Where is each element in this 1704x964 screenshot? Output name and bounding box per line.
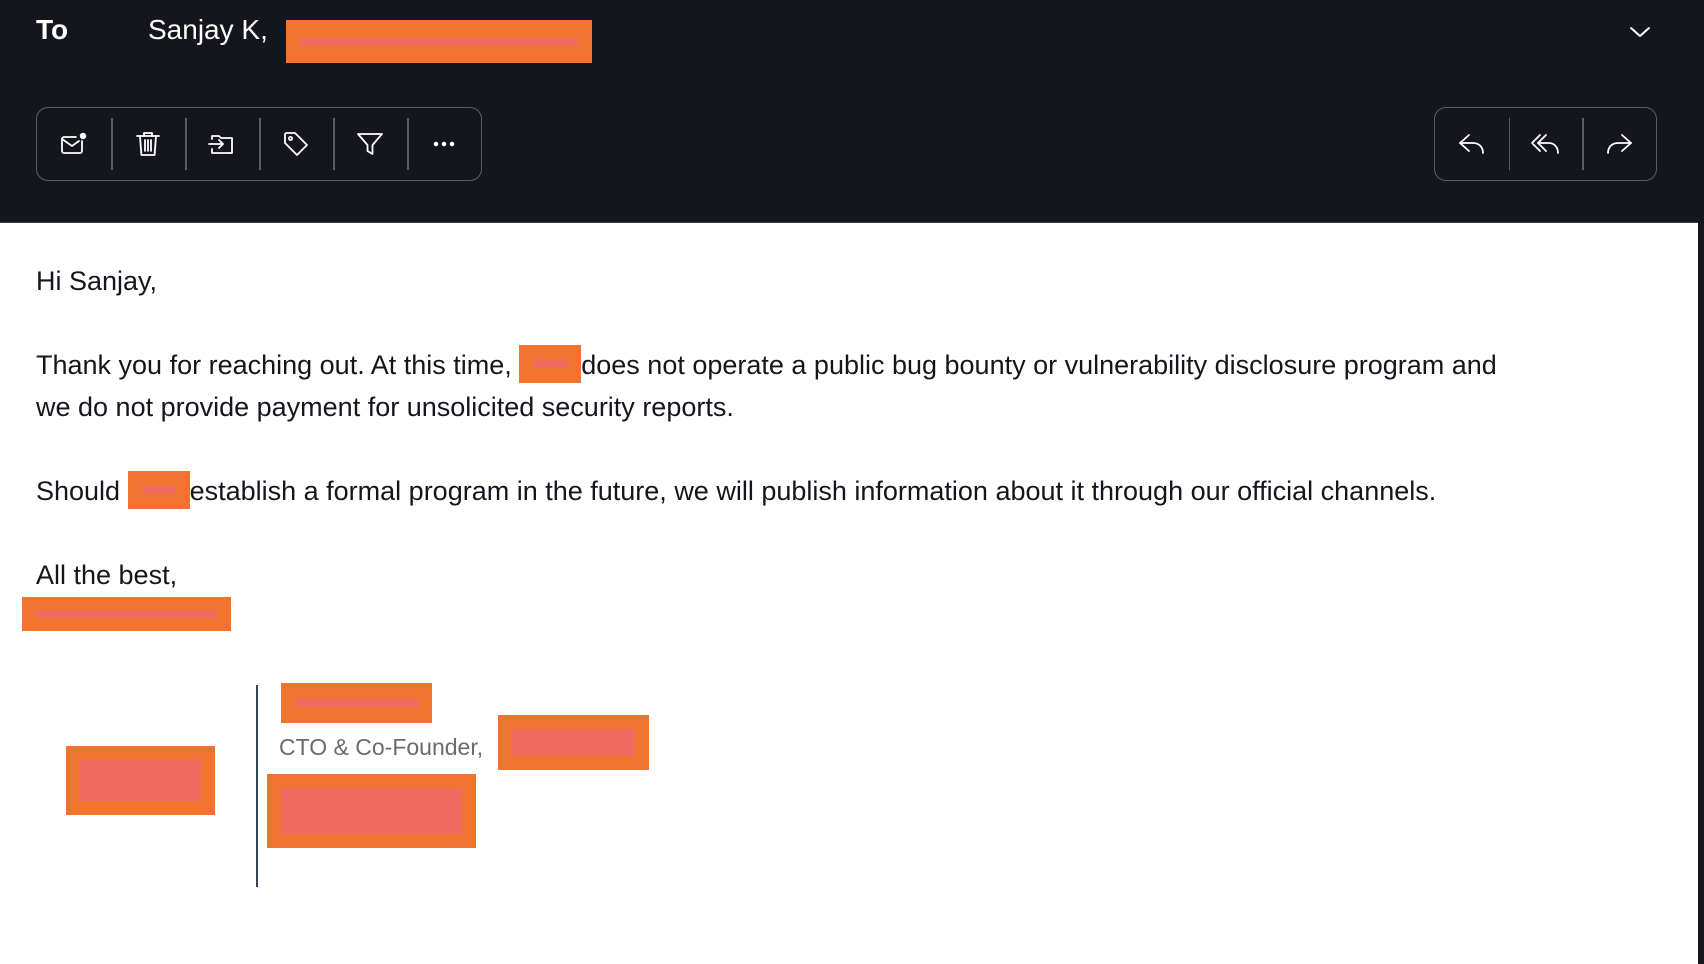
paragraph-2-start: Should: [36, 476, 128, 506]
paragraph-1-line-1: Thank you for reaching out. At this time…: [36, 344, 1497, 386]
expand-header-button[interactable]: [1626, 20, 1654, 44]
filter-button[interactable]: [333, 108, 407, 180]
message-header: To Sanjay K,: [0, 0, 1698, 223]
signature-divider: [256, 685, 258, 887]
delete-button[interactable]: [111, 108, 185, 180]
forward-icon: [1607, 134, 1633, 154]
closing: All the best,: [36, 560, 178, 590]
redacted-signature-name: [281, 683, 432, 723]
message-actions-toolbar: [36, 107, 482, 181]
reply-icon: [1458, 134, 1484, 154]
redacted-company-link: [498, 715, 649, 770]
paragraph-1-start: Thank you for reaching out. At this time…: [36, 350, 520, 380]
reply-actions-toolbar: [1434, 107, 1657, 181]
filter-icon: [357, 133, 383, 155]
trash-icon: [136, 132, 160, 156]
paragraph-1-line-2: we do not provide payment for unsolicite…: [36, 392, 734, 422]
paragraph-2-end: establish a formal program in the future…: [189, 476, 1437, 506]
chevron-down-icon: [1630, 27, 1650, 37]
more-horizontal-icon: [433, 141, 455, 147]
mark-unread-button[interactable]: [37, 108, 111, 180]
window-edge: [1698, 0, 1704, 964]
to-label: To: [36, 14, 69, 45]
reply-all-icon: [1530, 134, 1559, 154]
envelope-dot-icon: [61, 132, 87, 154]
tag-button[interactable]: [259, 108, 333, 180]
reply-all-button[interactable]: [1508, 108, 1583, 180]
redacted-recipient-email: [286, 20, 592, 63]
paragraph-1-end: does not operate a public bug bounty or …: [581, 350, 1497, 380]
move-to-folder-button[interactable]: [185, 108, 259, 180]
greeting: Hi Sanjay,: [36, 266, 158, 296]
paragraph-2: Should establish a formal program in the…: [36, 470, 1436, 512]
move-to-folder-icon: [208, 135, 233, 154]
forward-button[interactable]: [1582, 108, 1656, 180]
signature-title: CTO & Co-Founder,: [279, 734, 484, 760]
redacted-company-name: [519, 344, 582, 383]
more-actions-button[interactable]: [407, 108, 481, 180]
reply-button[interactable]: [1435, 108, 1509, 180]
redacted-sender-name: [22, 597, 231, 631]
redacted-company-logo: [66, 746, 215, 815]
recipient-name[interactable]: Sanjay K,: [148, 14, 268, 46]
tag-icon: [284, 132, 308, 156]
redacted-company-name: [127, 470, 190, 509]
redacted-contact-info: [267, 774, 476, 848]
